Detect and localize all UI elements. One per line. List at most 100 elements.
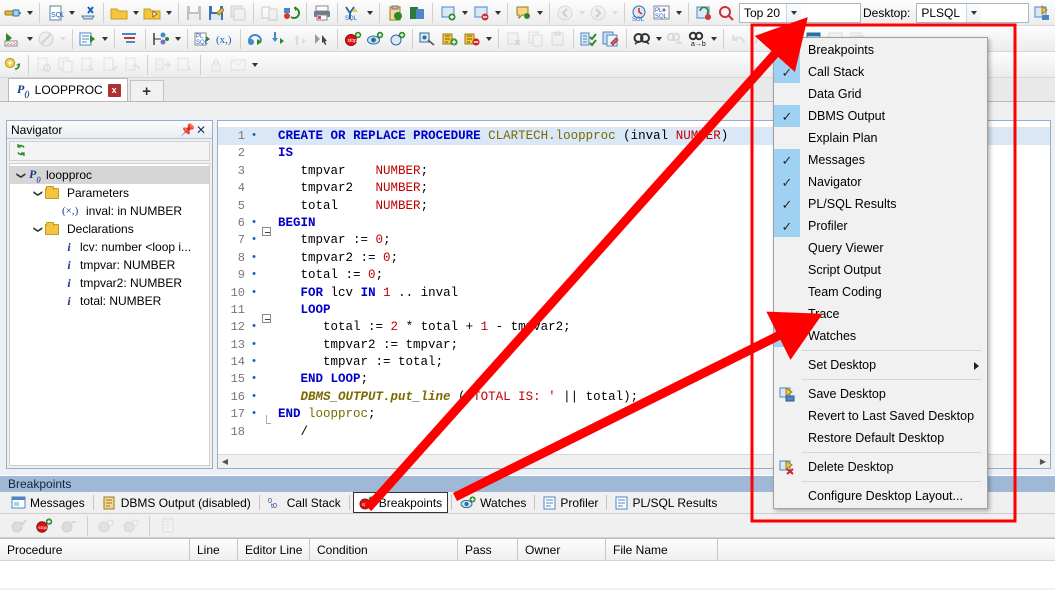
menu-item-configure-desktop-layout[interactable]: Configure Desktop Layout...: [774, 485, 987, 507]
query-builder-icon[interactable]: [417, 28, 439, 50]
save-desktop-toolbar-icon[interactable]: [1031, 2, 1053, 24]
new-window-dropdown-arrow[interactable]: [66, 2, 77, 24]
menu-item-breakpoints[interactable]: ✓ Breakpoints: [774, 39, 987, 61]
menu-item-save-desktop[interactable]: Save Desktop: [774, 383, 987, 405]
execute-icon[interactable]: >>>: [2, 28, 24, 50]
menu-item-call-stack[interactable]: ✓ Call Stack: [774, 61, 987, 83]
executable-line-marker[interactable]: •: [248, 354, 260, 371]
close-icon[interactable]: x: [107, 83, 121, 97]
menu-item-messages[interactable]: ✓ Messages: [774, 149, 987, 171]
menu-item-set-desktop[interactable]: Set Desktop: [774, 354, 987, 376]
menu-item-explain-plan[interactable]: Explain Plan: [774, 127, 987, 149]
grid-column-header[interactable]: Condition: [310, 539, 458, 560]
toggle-breakpoint-toolbar-icon[interactable]: stop: [342, 28, 364, 50]
close-icon[interactable]: ✕: [194, 123, 208, 137]
find-object-icon[interactable]: [715, 2, 737, 24]
tooltip-icon[interactable]: [512, 2, 534, 24]
clipboard-icon[interactable]: [384, 2, 406, 24]
pin-icon[interactable]: 📌: [180, 123, 195, 137]
executable-line-marker[interactable]: •: [248, 128, 260, 145]
connect-icon[interactable]: [2, 2, 24, 24]
disable-debug-icon[interactable]: [461, 28, 483, 50]
tree-item[interactable]: i tmpvar2: NUMBER: [10, 274, 209, 292]
grid-column-header[interactable]: Pass: [458, 539, 518, 560]
menu-item-dbms-output[interactable]: ✓ DBMS Output: [774, 105, 987, 127]
run-to-cursor-icon[interactable]: [311, 28, 333, 50]
save-as-icon[interactable]: [205, 2, 227, 24]
top-filter-dropdown-arrow[interactable]: [786, 3, 802, 22]
navigator-tree[interactable]: ❯ P() loopproc ❯ Parameters (×,) inval: in NUM…: [9, 163, 210, 466]
edit-data-icon[interactable]: [2, 54, 24, 76]
bottom-tab-pl-sql-results[interactable]: PL/SQL Results: [610, 492, 722, 513]
open-icon[interactable]: [108, 2, 130, 24]
bottom-tab-watches[interactable]: Watches: [455, 492, 531, 513]
menu-item-profiler[interactable]: ✓ Profiler: [774, 215, 987, 237]
format-icon[interactable]: [600, 28, 622, 50]
executable-line-marker[interactable]: •: [248, 389, 260, 406]
desktop-popup-menu[interactable]: ✓ Breakpoints ✓ Call Stack Data Grid ✓ DBMS Ou…: [773, 37, 988, 509]
menu-item-revert-to-last-saved-desktop[interactable]: Revert to Last Saved Desktop: [774, 405, 987, 427]
chevron-down-icon[interactable]: ❯: [33, 222, 44, 236]
remove-comment-dropdown-arrow[interactable]: [492, 2, 503, 24]
open-dropdown-arrow[interactable]: [130, 2, 141, 24]
connect-dropdown-arrow[interactable]: [24, 2, 35, 24]
scroll-right-icon[interactable]: ▶: [1036, 455, 1050, 468]
chevron-down-icon[interactable]: ❯: [33, 186, 44, 200]
test-dropdown-arrow[interactable]: [172, 28, 183, 50]
add-watch-toolbar-icon[interactable]: [364, 28, 386, 50]
add-comment-icon[interactable]: [437, 2, 459, 24]
executable-line-marker[interactable]: •: [248, 319, 260, 336]
clipboard-2-icon[interactable]: [406, 2, 428, 24]
explain-plan-icon[interactable]: SQL: [342, 2, 364, 24]
grid-dropdown-arrow[interactable]: [249, 54, 260, 76]
scroll-left-icon[interactable]: ◀: [218, 455, 232, 468]
top-filter-combo[interactable]: Top 20: [739, 2, 861, 23]
sql-history-icon[interactable]: SQL: [629, 2, 651, 24]
grid-column-header[interactable]: File Name: [606, 539, 718, 560]
executable-line-marker[interactable]: •: [248, 285, 260, 302]
desktop-combo[interactable]: PLSQL: [916, 2, 1030, 23]
recompile-icon[interactable]: [280, 2, 302, 24]
plsql-block-icon[interactable]: PL SQL: [192, 28, 214, 50]
executable-line-marker[interactable]: •: [248, 215, 260, 232]
tree-item[interactable]: (×,) inval: in NUMBER: [10, 202, 209, 220]
test-icon[interactable]: [150, 28, 172, 50]
menu-item-pl-sql-results[interactable]: ✓ PL/SQL Results: [774, 193, 987, 215]
executable-line-marker[interactable]: •: [248, 406, 260, 423]
replace-icon[interactable]: a→b: [686, 28, 708, 50]
tree-item[interactable]: ❯ Parameters: [10, 184, 209, 202]
step-into-icon[interactable]: [267, 28, 289, 50]
tree-item[interactable]: ❯ Declarations: [10, 220, 209, 238]
explain-plan-2-icon[interactable]: [119, 28, 141, 50]
reopen-dropdown-arrow[interactable]: [163, 2, 174, 24]
menu-item-team-coding[interactable]: Team Coding: [774, 281, 987, 303]
tooltip-dropdown-arrow[interactable]: [534, 2, 545, 24]
executable-line-marker[interactable]: •: [248, 337, 260, 354]
new-tab-button[interactable]: +: [129, 80, 164, 101]
bottom-tab-messages[interactable]: Messages: [6, 492, 90, 513]
menu-item-trace[interactable]: Trace: [774, 303, 987, 325]
tree-item[interactable]: i tmpvar: NUMBER: [10, 256, 209, 274]
toolbar-row-1[interactable]: SQL SQL SQL PL SQL Top 20 Desktop: PLSQL: [0, 0, 1055, 26]
find-icon[interactable]: [631, 28, 653, 50]
breakpoints-grid-body[interactable]: [0, 560, 1055, 588]
bottom-tab-dbms-output-disabled[interactable]: DBMS Output (disabled): [97, 492, 256, 513]
tree-item[interactable]: ❯ P() loopproc: [10, 166, 209, 184]
new-sql-window-icon[interactable]: SQL: [44, 2, 66, 24]
step-over-icon[interactable]: [245, 28, 267, 50]
breakpoints-grid-header[interactable]: Procedure Line Editor Line Condition Pass Own…: [0, 538, 1055, 560]
executable-line-marker[interactable]: •: [248, 232, 260, 249]
add-watch-2-icon[interactable]: [386, 28, 408, 50]
menu-item-watches[interactable]: ✓ Watches: [774, 325, 987, 347]
grid-column-header[interactable]: Procedure: [0, 539, 190, 560]
bottom-tab-breakpoints[interactable]: stop Breakpoints: [352, 492, 449, 513]
menu-item-query-viewer[interactable]: Query Viewer: [774, 237, 987, 259]
menu-item-restore-default-desktop[interactable]: Restore Default Desktop: [774, 427, 987, 449]
breakpoints-toolbar[interactable]: stop: [0, 514, 1055, 538]
find-dropdown-arrow[interactable]: [653, 28, 664, 50]
print-icon[interactable]: [311, 2, 333, 24]
menu-item-data-grid[interactable]: Data Grid: [774, 83, 987, 105]
explain-plan-dropdown-arrow[interactable]: [364, 2, 375, 24]
grid-column-header[interactable]: Editor Line: [238, 539, 310, 560]
chevron-down-icon[interactable]: ❯: [16, 168, 27, 182]
